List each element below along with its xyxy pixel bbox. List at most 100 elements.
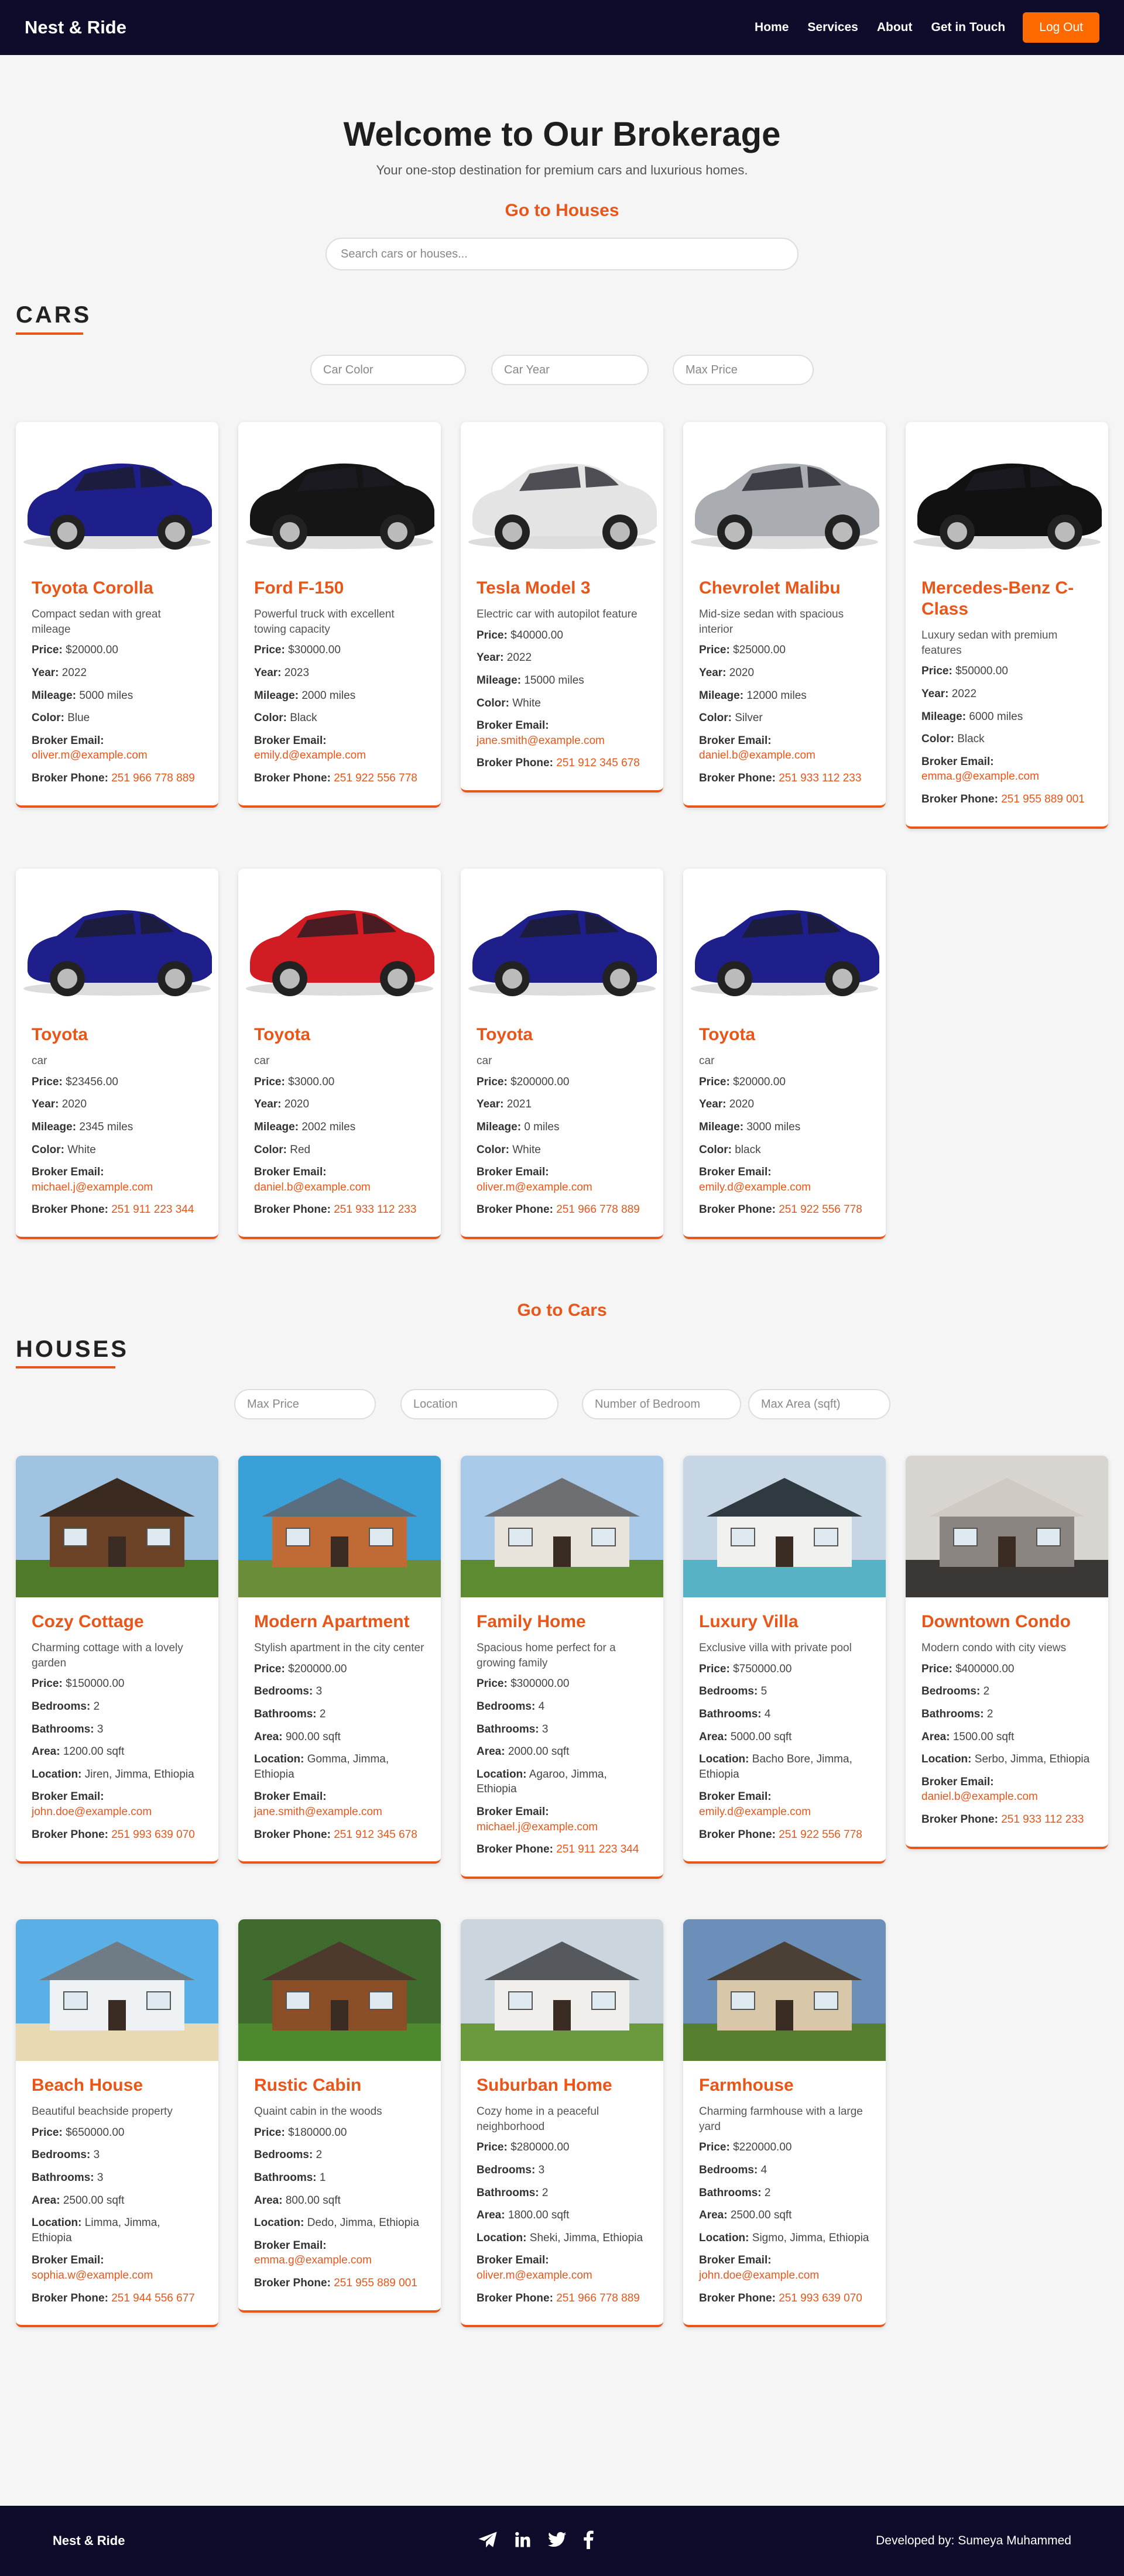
car-name[interactable]: Toyota	[477, 1024, 647, 1045]
nav-link-home[interactable]: Home	[755, 20, 789, 35]
broker-phone-value[interactable]: 251 993 639 070	[779, 2292, 862, 2304]
broker-phone-value[interactable]: 251 993 639 070	[111, 1829, 195, 1841]
broker-email-link[interactable]: emily.d@example.com	[699, 1181, 811, 1193]
broker-email-link[interactable]: jane.smith@example.com	[477, 735, 605, 747]
house-name[interactable]: Modern Apartment	[254, 1611, 425, 1632]
house-image	[238, 1919, 441, 2061]
broker-phone-value[interactable]: 251 933 112 233	[334, 1203, 416, 1216]
nav-link-services[interactable]: Services	[807, 20, 858, 35]
broker-phone-value[interactable]: 251 955 889 001	[1001, 793, 1085, 805]
broker-phone-value[interactable]: 251 911 223 344	[111, 1203, 194, 1216]
car-card[interactable]: Toyota car Price: $200000.00 Year: 2021 Mile…	[461, 869, 663, 1240]
go-to-cars-link[interactable]: Go to Cars	[0, 1301, 1124, 1320]
broker-email-link[interactable]: oliver.m@example.com	[32, 749, 148, 762]
car-card[interactable]: Toyota car Price: $20000.00 Year: 2020 Milea…	[683, 869, 886, 1240]
house-photo	[238, 1919, 441, 2061]
car-card[interactable]: Mercedes-Benz C-Class Luxury sedan with p…	[906, 422, 1108, 829]
house-card[interactable]: Farmhouse Charming farmhouse with a large…	[683, 1919, 886, 2328]
broker-phone-value[interactable]: 251 912 345 678	[556, 757, 640, 769]
twitter-icon[interactable]	[547, 2532, 567, 2551]
broker-phone-value[interactable]: 251 911 223 344	[556, 1843, 639, 1855]
car-name[interactable]: Toyota Corolla	[32, 578, 203, 599]
house-card[interactable]: Luxury Villa Exclusive villa with private…	[683, 1456, 886, 1864]
house-name[interactable]: Suburban Home	[477, 2075, 647, 2096]
broker-phone-value[interactable]: 251 966 778 889	[556, 2292, 640, 2304]
house-card[interactable]: Family Home Spacious home perfect for a g…	[461, 1456, 663, 1879]
broker-phone-value[interactable]: 251 955 889 001	[334, 2277, 417, 2289]
house-name[interactable]: Family Home	[477, 1611, 647, 1632]
broker-email-link[interactable]: oliver.m@example.com	[477, 2269, 592, 2282]
car-name[interactable]: Mercedes-Benz C-Class	[921, 578, 1092, 620]
broker-email-link[interactable]: michael.j@example.com	[32, 1181, 153, 1193]
broker-email-link[interactable]: john.doe@example.com	[699, 2269, 819, 2282]
house-price-value: $300000.00	[510, 1678, 570, 1690]
broker-email-link[interactable]: emma.g@example.com	[254, 2254, 372, 2266]
max-area-filter[interactable]	[748, 1389, 890, 1419]
car-name[interactable]: Toyota	[254, 1024, 425, 1045]
broker-email-link[interactable]: daniel.b@example.com	[921, 1790, 1038, 1803]
broker-email-link[interactable]: john.doe@example.com	[32, 1806, 152, 1818]
house-area-label: Area:	[699, 1730, 728, 1743]
nav-link-about[interactable]: About	[877, 20, 913, 35]
house-card[interactable]: Suburban Home Cozy home in a peaceful nei…	[461, 1919, 663, 2328]
car-name[interactable]: Chevrolet Malibu	[699, 578, 870, 599]
house-price-value: $150000.00	[66, 1678, 125, 1690]
house-card[interactable]: Cozy Cottage Charming cottage with a love…	[16, 1456, 218, 1864]
broker-email-link[interactable]: daniel.b@example.com	[254, 1181, 371, 1193]
house-card[interactable]: Modern Apartment Stylish apartment in the…	[238, 1456, 441, 1864]
broker-phone-value[interactable]: 251 922 556 778	[779, 1829, 862, 1841]
car-name[interactable]: Toyota	[32, 1024, 203, 1045]
car-name[interactable]: Ford F-150	[254, 578, 425, 599]
broker-phone-value[interactable]: 251 966 778 889	[111, 772, 195, 784]
house-card[interactable]: Rustic Cabin Quaint cabin in the woods Pri…	[238, 1919, 441, 2313]
telegram-icon[interactable]	[478, 2531, 498, 2551]
broker-email-link[interactable]: sophia.w@example.com	[32, 2269, 153, 2282]
search-input[interactable]	[325, 238, 799, 270]
broker-phone-value[interactable]: 251 944 556 677	[111, 2292, 195, 2304]
broker-email-link[interactable]: emily.d@example.com	[254, 749, 366, 762]
car-year-filter[interactable]	[491, 355, 649, 385]
broker-email: Broker Email: oliver.m@example.com	[477, 1165, 647, 1195]
facebook-icon[interactable]	[583, 2530, 594, 2552]
broker-phone-value[interactable]: 251 912 345 678	[334, 1829, 417, 1841]
broker-email-link[interactable]: emma.g@example.com	[921, 770, 1039, 783]
broker-phone-value[interactable]: 251 922 556 778	[334, 772, 417, 784]
brand-logo[interactable]: Nest & Ride	[25, 17, 126, 38]
house-bathrooms: Bathrooms: 4	[699, 1707, 870, 1722]
house-max-price-filter[interactable]	[234, 1389, 376, 1419]
go-to-houses-link[interactable]: Go to Houses	[0, 201, 1124, 221]
house-name[interactable]: Rustic Cabin	[254, 2075, 425, 2096]
broker-email-link[interactable]: oliver.m@example.com	[477, 1181, 592, 1193]
max-price-filter[interactable]	[673, 355, 814, 385]
nav-link-get-in-touch[interactable]: Get in Touch	[931, 20, 1005, 35]
car-name[interactable]: Toyota	[699, 1024, 870, 1045]
house-card[interactable]: Beach House Beautiful beachside property P…	[16, 1919, 218, 2328]
logout-button[interactable]: Log Out	[1023, 12, 1099, 43]
house-name[interactable]: Farmhouse	[699, 2075, 870, 2096]
house-name[interactable]: Cozy Cottage	[32, 1611, 203, 1632]
broker-phone-value[interactable]: 251 933 112 233	[779, 772, 861, 784]
car-card[interactable]: Ford F-150 Powerful truck with excellent …	[238, 422, 441, 808]
bedroom-filter[interactable]	[582, 1389, 741, 1419]
broker-phone-value[interactable]: 251 922 556 778	[779, 1203, 862, 1216]
car-card[interactable]: Toyota Corolla Compact sedan with great m…	[16, 422, 218, 808]
car-year: Year: 2023	[254, 666, 425, 681]
house-name[interactable]: Luxury Villa	[699, 1611, 870, 1632]
broker-email-link[interactable]: daniel.b@example.com	[699, 749, 815, 762]
car-card[interactable]: Toyota car Price: $23456.00 Year: 2020 Milea…	[16, 869, 218, 1240]
broker-email-link[interactable]: jane.smith@example.com	[254, 1806, 382, 1818]
car-card[interactable]: Toyota car Price: $3000.00 Year: 2020 Mileag…	[238, 869, 441, 1240]
broker-email-link[interactable]: emily.d@example.com	[699, 1806, 811, 1818]
linkedin-icon[interactable]	[514, 2531, 532, 2551]
car-card[interactable]: Tesla Model 3 Electric car with autopilot…	[461, 422, 663, 793]
house-name[interactable]: Beach House	[32, 2075, 203, 2096]
location-filter[interactable]	[400, 1389, 558, 1419]
broker-email-link[interactable]: michael.j@example.com	[477, 1821, 598, 1833]
car-card[interactable]: Chevrolet Malibu Mid-size sedan with spac…	[683, 422, 886, 808]
broker-phone-value[interactable]: 251 933 112 233	[1001, 1813, 1084, 1826]
house-name[interactable]: Downtown Condo	[921, 1611, 1092, 1632]
broker-phone-value[interactable]: 251 966 778 889	[556, 1203, 640, 1216]
house-card[interactable]: Downtown Condo Modern condo with city vie…	[906, 1456, 1108, 1849]
car-name[interactable]: Tesla Model 3	[477, 578, 647, 599]
car-color-filter[interactable]	[310, 355, 466, 385]
